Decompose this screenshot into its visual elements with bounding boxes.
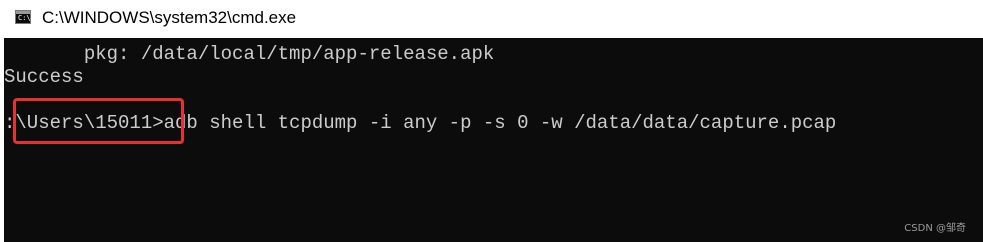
window-title: C:\WINDOWS\system32\cmd.exe — [42, 8, 297, 27]
csdn-watermark: CSDN @邹奇 — [904, 223, 966, 234]
cmd-window: C:\ C:\WINDOWS\system32\cmd.exe pkg: /da… — [0, 0, 983, 242]
console-output[interactable]: pkg: /data/local/tmp/app-release.apk Suc… — [4, 38, 983, 242]
cmd-icon[interactable]: C:\ — [15, 10, 31, 24]
console-line-pkg: pkg: /data/local/tmp/app-release.apk — [4, 43, 495, 65]
prompt-highlight-box — [13, 98, 184, 144]
title-bar[interactable]: C:\ C:\WINDOWS\system32\cmd.exe — [0, 0, 983, 38]
console-line-success: Success — [4, 66, 84, 88]
